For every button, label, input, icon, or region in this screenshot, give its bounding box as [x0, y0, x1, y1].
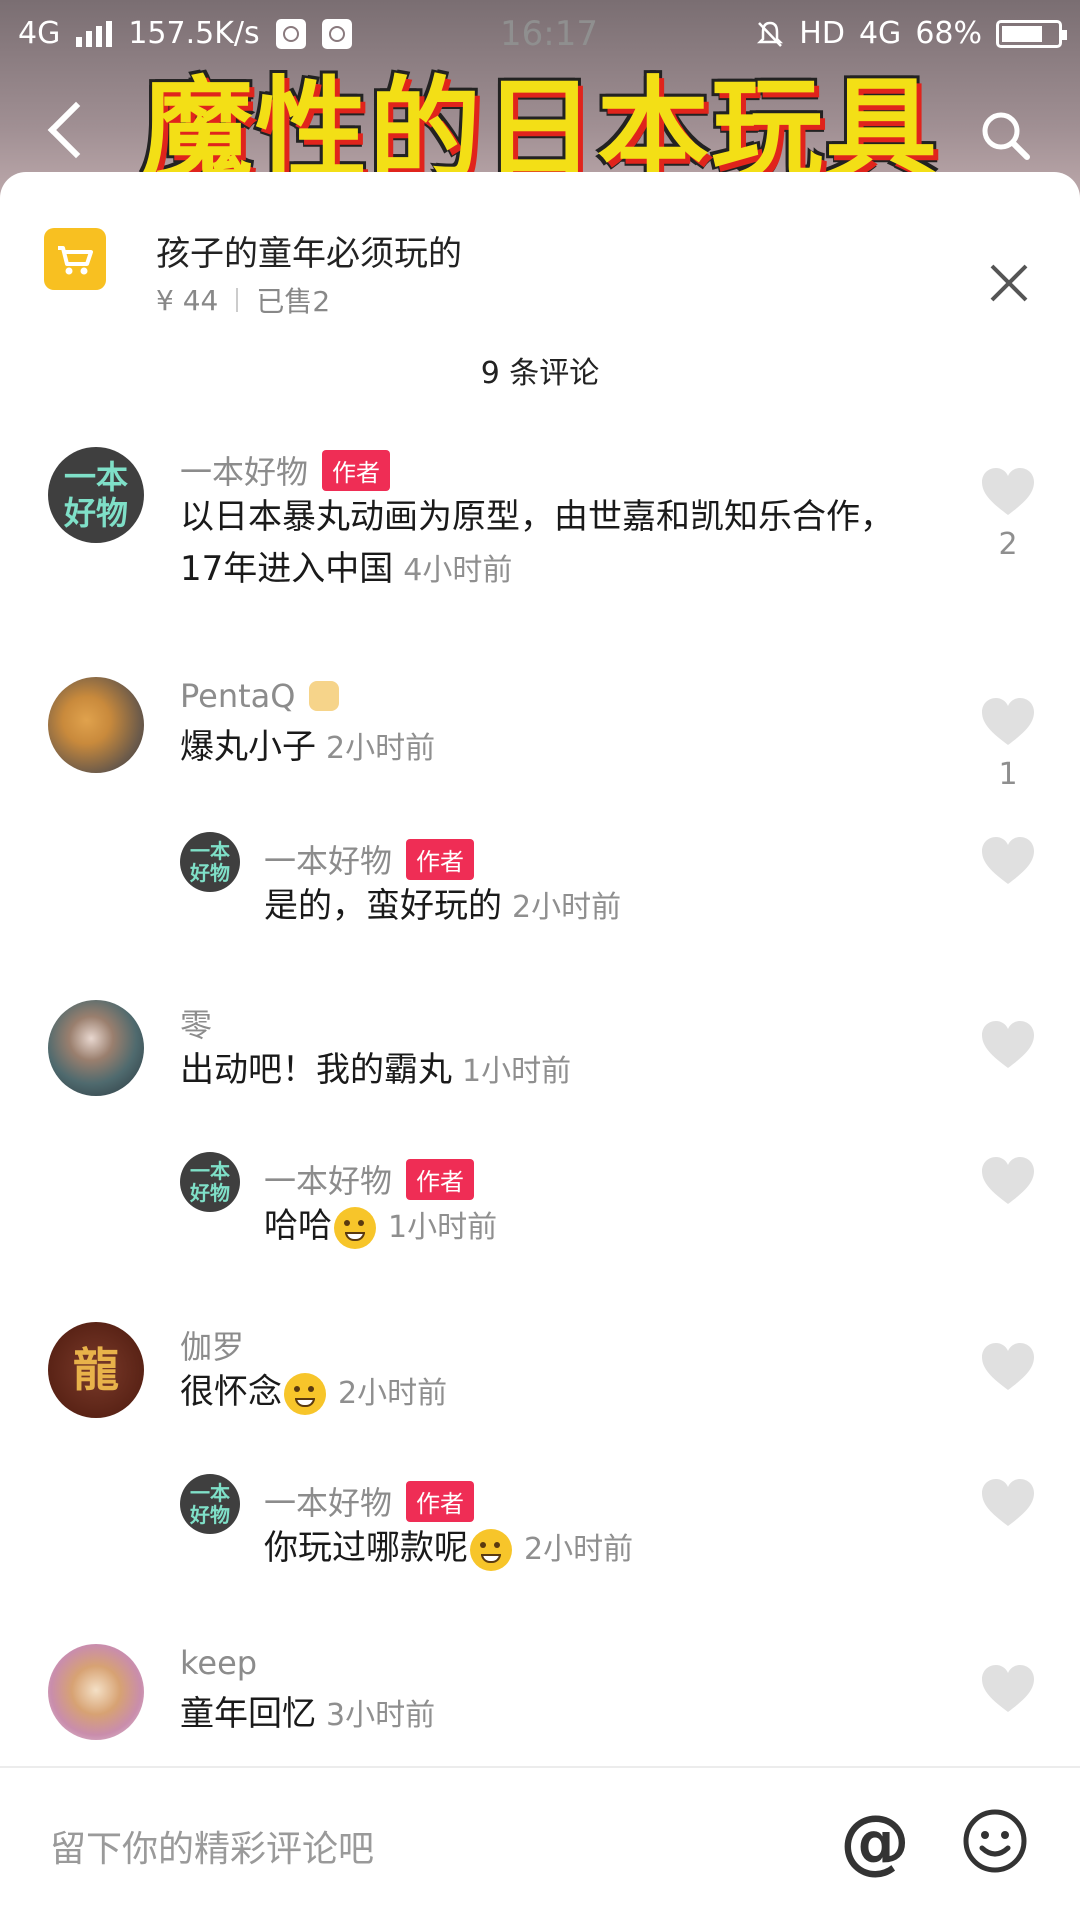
comment-item: PentaQ 爆丸小子 2小时前 1: [0, 677, 1080, 807]
comment-author: 一本好物 作者: [264, 836, 475, 882]
comment-time: 1小时前: [462, 1054, 572, 1089]
battery-icon: [996, 19, 1067, 48]
comment-body: 童年回忆: [180, 1694, 316, 1734]
author-badge: 作者: [406, 1480, 475, 1522]
comments-sheet: 孩子的童年必须玩的 ¥ 44 已售2 9 条评论 一本好物 一本好物 作者 以日…: [0, 172, 1080, 1920]
comment-time: 3小时前: [326, 1698, 436, 1733]
heart-icon[interactable]: [980, 1342, 1036, 1392]
author-badge: 作者: [406, 1158, 475, 1200]
divider: [236, 288, 239, 312]
comment-body: 出动吧！我的霸丸: [180, 1050, 452, 1090]
author-badge: 作者: [322, 449, 391, 491]
heart-icon[interactable]: [980, 467, 1036, 517]
comment-text[interactable]: 你玩过哪款呢 2小时前: [264, 1522, 924, 1576]
comment-author-name[interactable]: keep: [180, 1644, 257, 1682]
comment-text[interactable]: 很怀念 2小时前: [180, 1366, 920, 1420]
comment-body: 爆丸小子: [180, 727, 316, 767]
smile-icon[interactable]: [962, 1808, 1028, 1874]
avatar-text: 一本好物: [190, 839, 230, 885]
heart-icon[interactable]: [980, 1664, 1036, 1714]
product-title: 孩子的童年必须玩的: [156, 234, 462, 274]
reply-item: 一本好物 一本好物 作者 是的，蛮好玩的 2小时前: [0, 832, 1080, 952]
heart-icon[interactable]: [980, 1478, 1036, 1528]
at-icon[interactable]: @: [840, 1806, 910, 1876]
reply-item: 一本好物 一本好物 作者 哈哈 1小时前: [0, 1152, 1080, 1272]
comment-time: 2小时前: [524, 1532, 634, 1567]
product-sold: 已售2: [256, 285, 331, 318]
comment-author: 一本好物 作者: [264, 1478, 475, 1524]
comment-author-name[interactable]: 一本好物: [264, 1156, 392, 1202]
avatar[interactable]: 一本好物: [180, 832, 240, 892]
avatar[interactable]: [48, 677, 144, 773]
product-price: ¥ 44: [156, 283, 219, 317]
reply-item: 一本好物 一本好物 作者 你玩过哪款呢 2小时前: [0, 1474, 1080, 1594]
comment-author: keep: [180, 1644, 257, 1682]
comment-author: PentaQ: [180, 677, 340, 715]
heart-icon[interactable]: [980, 697, 1036, 747]
fist-emoji-icon: [309, 681, 340, 711]
avatar[interactable]: [48, 1000, 144, 1096]
comment-input[interactable]: 留下你的精彩评论吧: [50, 1820, 374, 1872]
avatar[interactable]: 一本好物: [180, 1152, 240, 1212]
like-count: 2: [998, 527, 1018, 562]
comment-author-name[interactable]: 零: [180, 1000, 212, 1046]
comment-time: 2小时前: [512, 890, 622, 925]
comment-time: 4小时前: [403, 553, 513, 588]
back-icon[interactable]: [47, 101, 105, 159]
comment-time: 1小时前: [388, 1210, 498, 1245]
search-icon[interactable]: [980, 110, 1030, 160]
comment-input-bar: 留下你的精彩评论吧 @: [0, 1766, 1080, 1922]
comment-text[interactable]: 出动吧！我的霸丸 1小时前: [180, 1044, 920, 1098]
comment-text[interactable]: 哈哈 1小时前: [264, 1200, 924, 1254]
laugh-emoji-icon: [334, 1206, 376, 1249]
comment-item: 龍 伽罗 很怀念 2小时前: [0, 1322, 1080, 1442]
comment-author: 一本好物 作者: [180, 447, 391, 493]
avatar[interactable]: 一本好物: [180, 1474, 240, 1534]
comment-author: 一本好物 作者: [264, 1156, 475, 1202]
avatar[interactable]: 一本好物: [48, 447, 144, 543]
comment-text[interactable]: 童年回忆 3小时前: [180, 1688, 920, 1742]
comment-author-name[interactable]: 一本好物: [264, 1478, 392, 1524]
comment-author-name[interactable]: 一本好物: [264, 836, 392, 882]
heart-icon[interactable]: [980, 836, 1036, 886]
comment-body: 哈哈: [264, 1206, 332, 1246]
comment-author: 伽罗: [180, 1322, 244, 1368]
comment-text[interactable]: 以日本暴丸动画为原型，由世嘉和凯知乐合作，17年进入中国 4小时前: [180, 491, 920, 597]
comment-item: 一本好物 一本好物 作者 以日本暴丸动画为原型，由世嘉和凯知乐合作，17年进入中…: [0, 447, 1080, 637]
avatar-text: 一本好物: [190, 1159, 230, 1205]
comment-item: 零 出动吧！我的霸丸 1小时前: [0, 1000, 1080, 1120]
network-label: 4G: [18, 16, 61, 51]
comment-text[interactable]: 是的，蛮好玩的 2小时前: [264, 880, 924, 934]
comment-time: 2小时前: [338, 1376, 448, 1411]
comment-author-name[interactable]: 伽罗: [180, 1322, 244, 1368]
like-count: 1: [998, 757, 1018, 792]
close-icon[interactable]: [986, 260, 1032, 306]
heart-icon[interactable]: [980, 1156, 1036, 1206]
avatar-text: 一本好物: [190, 1481, 230, 1527]
comment-body: 你玩过哪款呢: [264, 1528, 468, 1568]
wink-emoji-icon: [470, 1528, 512, 1571]
grin-emoji-icon: [284, 1372, 326, 1415]
comment-body: 很怀念: [180, 1372, 282, 1412]
comment-body: 是的，蛮好玩的: [264, 886, 502, 926]
comment-author-name[interactable]: PentaQ: [180, 677, 295, 715]
comment-author: 零: [180, 1000, 212, 1046]
comment-time: 2小时前: [326, 731, 436, 766]
author-badge: 作者: [406, 838, 475, 880]
avatar[interactable]: [48, 1644, 144, 1740]
product-meta: ¥ 44 已售2: [156, 280, 330, 320]
comment-item: keep 童年回忆 3小时前: [0, 1644, 1080, 1764]
avatar[interactable]: 龍: [48, 1322, 144, 1418]
comment-body: 以日本暴丸动画为原型，由世嘉和凯知乐合作，17年进入中国: [180, 497, 894, 589]
cart-icon: [44, 228, 106, 290]
comment-count: 9 条评论: [480, 356, 600, 391]
comment-text[interactable]: 爆丸小子 2小时前: [180, 721, 920, 775]
comment-author-name[interactable]: 一本好物: [180, 447, 308, 493]
product-card[interactable]: 孩子的童年必须玩的 ¥ 44 已售2: [44, 220, 1044, 330]
avatar-text: 一本好物: [63, 458, 128, 532]
avatar-text: 龍: [73, 1343, 119, 1397]
heart-icon[interactable]: [980, 1020, 1036, 1070]
